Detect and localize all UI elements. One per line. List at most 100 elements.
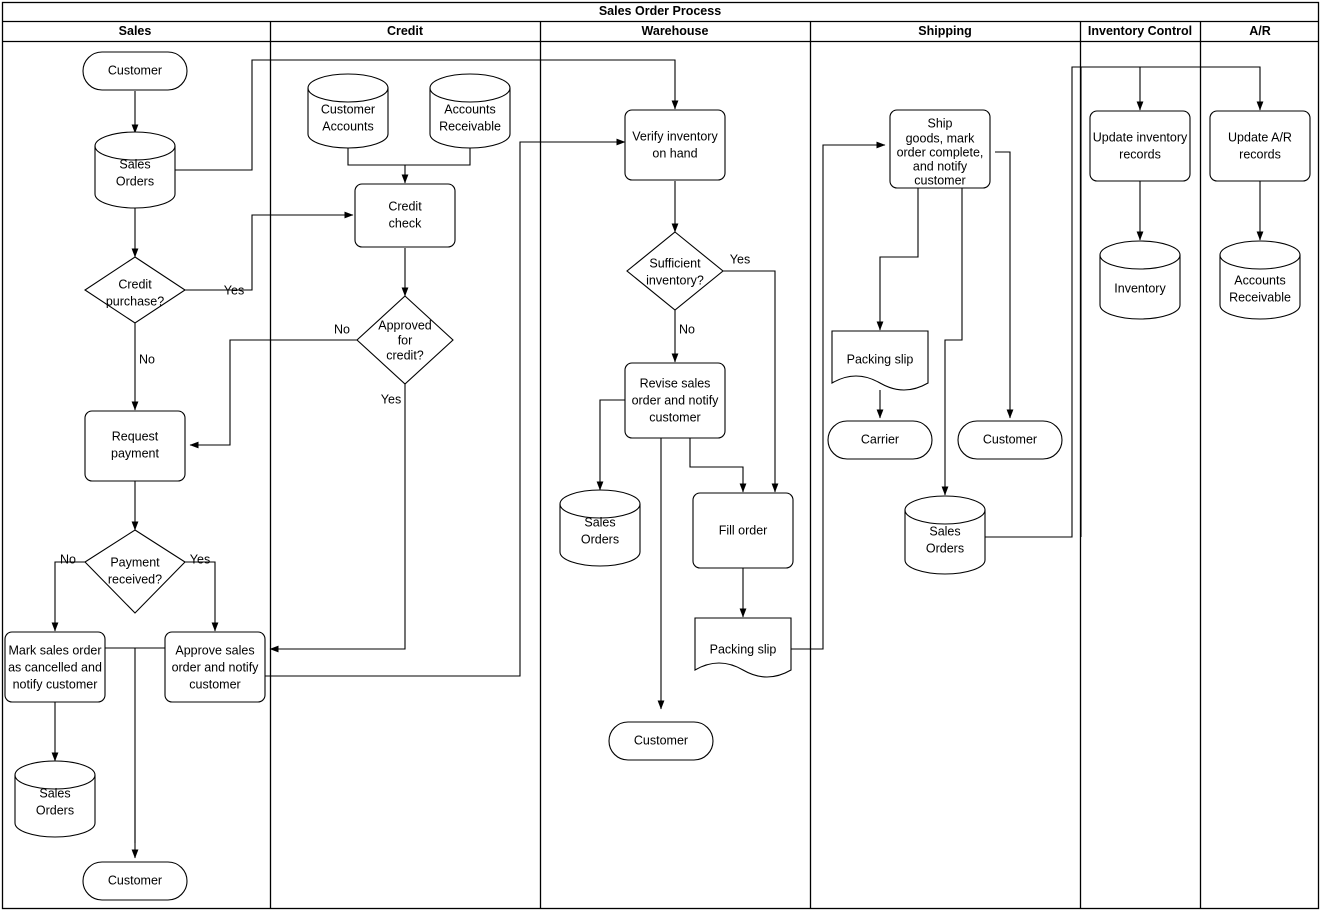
node-label-line2: records	[1239, 147, 1281, 161]
edge-label-approved-yes: Yes	[381, 392, 401, 406]
node-label-line1: Sales	[119, 157, 150, 171]
node-label-line3: order complete,	[897, 145, 984, 159]
flowchart-svg: Sales Order Process Sales Credit Warehou…	[1, 1, 1320, 910]
node-label-line3: notify customer	[13, 677, 98, 691]
lane-header-ar: A/R	[1249, 24, 1271, 38]
node-label-line5: customer	[914, 173, 965, 187]
node-label-line2: Receivable	[1229, 290, 1291, 304]
flowchart-canvas: Sales Order Process Sales Credit Warehou…	[0, 0, 1321, 911]
node-approve-sales-order[interactable]: Approve sales order and notify customer	[164, 631, 266, 703]
node-warehouse-sales-orders-db[interactable]: Sales Orders	[559, 489, 641, 567]
node-shipping-sales-orders-db[interactable]: Sales Orders	[904, 495, 986, 575]
diagram-title: Sales Order Process	[599, 4, 721, 18]
node-label-line1: Customer	[321, 102, 375, 116]
node-label-line2: Accounts	[322, 119, 373, 133]
node-label-line2: purchase?	[106, 294, 164, 308]
node-label-line1: Sales	[584, 515, 615, 529]
node-label-line2: Orders	[116, 174, 154, 188]
lane-header-sales: Sales	[119, 24, 152, 38]
node-label: Packing slip	[847, 352, 914, 366]
node-label: Customer	[108, 873, 162, 887]
edge-label-payment-yes: Yes	[190, 552, 210, 566]
edge-label-credit-purchase-yes: Yes	[224, 283, 244, 297]
edge-label-credit-purchase-no: No	[139, 352, 155, 366]
node-verify-inventory-on-hand[interactable]: Verify inventory on hand	[624, 109, 726, 181]
node-accounts-receivable-db-credit[interactable]: Accounts Receivable	[429, 73, 511, 149]
node-label-line1: Request	[112, 429, 159, 443]
node-label: Inventory	[1114, 281, 1166, 295]
node-warehouse-packing-slip[interactable]: Packing slip	[694, 617, 792, 678]
node-inventory-db[interactable]: Inventory	[1099, 240, 1181, 320]
node-label-line2: Orders	[581, 532, 619, 546]
node-sales-orders-db-top[interactable]: Sales Orders	[94, 131, 176, 209]
node-label-line1: Revise sales	[640, 376, 711, 390]
lane-header-shipping: Shipping	[918, 24, 971, 38]
node-mark-sales-order-cancelled[interactable]: Mark sales order as cancelled and notify…	[4, 631, 106, 703]
node-label-line2: inventory?	[646, 273, 704, 287]
lane-header-warehouse: Warehouse	[642, 24, 709, 38]
node-label-line1: Mark sales order	[8, 643, 101, 657]
node-label-line2: records	[1119, 147, 1161, 161]
node-label-line3: customer	[649, 410, 700, 424]
node-credit-purchase-decision[interactable]: Credit purchase?	[84, 256, 186, 324]
node-label-line2: check	[389, 216, 422, 230]
node-label-line2: Receivable	[439, 119, 501, 133]
node-carrier[interactable]: Carrier	[827, 420, 933, 460]
node-label-line1: Verify inventory	[632, 129, 718, 143]
node-label: Customer	[983, 432, 1037, 446]
node-sales-customer-top[interactable]: Customer	[82, 51, 188, 91]
node-label-line4: and notify	[913, 159, 968, 173]
node-label-line1: Approve sales	[175, 643, 254, 657]
node-shipping-packing-slip[interactable]: Packing slip	[831, 330, 929, 391]
lane-header-credit: Credit	[387, 24, 424, 38]
node-label-line2: order and notify	[172, 660, 260, 674]
node-approved-for-credit-decision[interactable]: Approved for credit?	[356, 295, 454, 385]
node-update-inventory-records[interactable]: Update inventory records	[1089, 110, 1191, 182]
node-fill-order[interactable]: Fill order	[692, 492, 794, 569]
node-label-line1: Update inventory	[1093, 130, 1188, 144]
edge-label-payment-no: No	[60, 552, 76, 566]
node-revise-sales-order[interactable]: Revise sales order and notify customer	[624, 362, 726, 439]
node-label-line1: Sales	[929, 524, 960, 538]
node-credit-check[interactable]: Credit check	[354, 183, 456, 248]
node-label-line1: Approved	[378, 318, 432, 332]
node-label-line2: on hand	[652, 146, 697, 160]
node-label-line1: Credit	[118, 277, 152, 291]
node-label-line3: credit?	[386, 348, 424, 362]
lane-header-inventory-control: Inventory Control	[1088, 24, 1192, 38]
node-label-line1: Accounts	[1234, 273, 1285, 287]
edge-label-sufficient-no: No	[679, 322, 695, 336]
node-label-line1: Ship	[927, 116, 952, 130]
node-ship-goods[interactable]: Ship goods, mark order complete, and not…	[889, 109, 991, 189]
node-label: Packing slip	[710, 642, 777, 656]
node-label-line2: received?	[108, 572, 162, 586]
node-label-line1: Credit	[388, 199, 422, 213]
node-accounts-receivable-db-ar[interactable]: Accounts Receivable	[1219, 240, 1301, 320]
node-label-line1: Sales	[39, 786, 70, 800]
node-label-line2: goods, mark	[906, 131, 976, 145]
node-label: Customer	[108, 63, 162, 77]
node-customer-accounts-db[interactable]: Customer Accounts	[307, 73, 389, 149]
node-label-line2: Orders	[926, 541, 964, 555]
node-label-line2: Orders	[36, 803, 74, 817]
node-sufficient-inventory-decision[interactable]: Sufficient inventory?	[626, 231, 724, 311]
edge-label-approved-no: No	[334, 322, 350, 336]
edge-label-sufficient-yes: Yes	[730, 252, 750, 266]
node-label-line1: Sufficient	[649, 256, 701, 270]
node-sales-customer-bottom[interactable]: Customer	[82, 861, 188, 901]
node-sales-orders-db-bottom[interactable]: Sales Orders	[14, 760, 96, 838]
node-shipping-customer[interactable]: Customer	[957, 420, 1063, 460]
node-update-ar-records[interactable]: Update A/R records	[1209, 110, 1311, 182]
node-payment-received-decision[interactable]: Payment received?	[84, 529, 186, 614]
node-label: Fill order	[719, 523, 768, 537]
node-label: Carrier	[861, 432, 899, 446]
node-label-line1: Accounts	[444, 102, 495, 116]
node-request-payment[interactable]: Request payment	[84, 410, 186, 482]
node-label-line3: customer	[189, 677, 240, 691]
node-label-line2: order and notify	[632, 393, 720, 407]
node-label-line2: as cancelled and	[8, 660, 102, 674]
node-label-line2: payment	[111, 446, 159, 460]
node-label-line2: for	[398, 333, 413, 347]
node-warehouse-customer[interactable]: Customer	[608, 721, 714, 761]
node-label-line1: Update A/R	[1228, 130, 1292, 144]
